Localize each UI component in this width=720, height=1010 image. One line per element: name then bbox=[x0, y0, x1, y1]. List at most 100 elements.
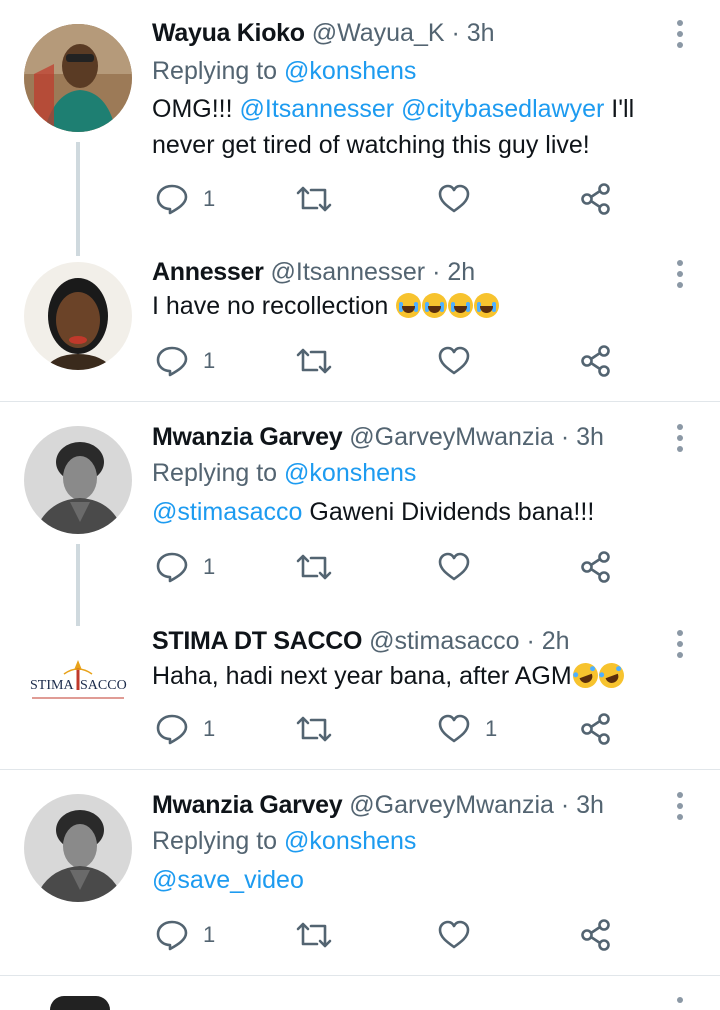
reply-button[interactable]: 1 bbox=[155, 342, 235, 382]
tweet-text: @save_video bbox=[152, 862, 700, 898]
display-name[interactable]: Annesser bbox=[152, 258, 264, 286]
share-icon bbox=[581, 713, 610, 745]
more-options-icon[interactable] bbox=[668, 628, 692, 662]
retweet-button[interactable] bbox=[295, 710, 335, 750]
tweet-mwanzia-1[interactable]: Mwanzia Garvey @GarveyMwanzia · 3h Reply… bbox=[0, 402, 720, 626]
thread-line bbox=[76, 142, 80, 256]
share-button[interactable] bbox=[579, 180, 619, 220]
display-name[interactable]: Mwanzia Garvey bbox=[152, 423, 343, 451]
avatar-wayua[interactable] bbox=[24, 24, 132, 132]
reply-button[interactable]: 1 bbox=[155, 710, 235, 750]
tweet-annesser[interactable]: Annesser @Itsannesser · 2h I have no rec… bbox=[0, 250, 720, 402]
timestamp[interactable]: 3h bbox=[576, 791, 604, 819]
avatar-stima-sacco-logo[interactable]: STIMA SACCO bbox=[24, 658, 132, 728]
text-segment: Gaweni Dividends bana!!! bbox=[309, 498, 595, 526]
replying-to-mention[interactable]: @konshens bbox=[284, 827, 416, 855]
like-button[interactable] bbox=[437, 548, 477, 588]
more-options-icon[interactable] bbox=[668, 790, 692, 824]
tweet-mwanzia-2[interactable]: Mwanzia Garvey @GarveyMwanzia · 3h Reply… bbox=[0, 770, 720, 975]
retweet-icon bbox=[296, 186, 332, 212]
timestamp[interactable]: 3h bbox=[576, 423, 604, 451]
reply-button[interactable]: 1 bbox=[155, 548, 235, 588]
separator-dot: · bbox=[526, 627, 535, 655]
next-tweet-avatar-partial[interactable] bbox=[50, 996, 110, 1010]
replying-to: Replying to @konshens bbox=[152, 826, 416, 856]
share-button[interactable] bbox=[579, 342, 619, 382]
crying-emoji-icon bbox=[474, 293, 500, 318]
tweet-wayua[interactable]: Wayua Kioko @Wayua_K · 3h Replying to @k… bbox=[0, 0, 720, 256]
text-segment: I have no recollection bbox=[152, 292, 389, 320]
action-bar: 1 1 bbox=[155, 710, 625, 750]
retweet-button[interactable] bbox=[295, 180, 335, 220]
replying-to: Replying to @konshens bbox=[152, 56, 416, 86]
separator-dot: · bbox=[451, 19, 460, 47]
retweet-button[interactable] bbox=[295, 548, 335, 588]
like-button[interactable] bbox=[437, 180, 477, 220]
text-segment: OMG!!! bbox=[152, 95, 233, 123]
heart-icon bbox=[438, 714, 470, 743]
user-handle[interactable]: @Wayua_K bbox=[312, 19, 445, 47]
timestamp[interactable]: 2h bbox=[542, 627, 570, 655]
tweet-header: Mwanzia Garvey @GarveyMwanzia · 3h bbox=[152, 790, 604, 820]
replying-to-mention[interactable]: @konshens bbox=[284, 57, 416, 85]
retweet-button[interactable] bbox=[295, 342, 335, 382]
retweet-button[interactable] bbox=[295, 916, 335, 956]
crying-emoji-icon bbox=[448, 293, 474, 318]
logo-text-left: STIMA bbox=[30, 678, 74, 693]
tweet-stima[interactable]: STIMA SACCO STIMA DT SACCO @stimasacco ·… bbox=[0, 620, 720, 770]
separator-dot: · bbox=[432, 258, 441, 286]
tweet-header: Mwanzia Garvey @GarveyMwanzia · 3h bbox=[152, 422, 604, 452]
replying-to: Replying to @konshens bbox=[152, 458, 416, 488]
reply-count: 1 bbox=[203, 716, 216, 741]
tweet-text: I have no recollection bbox=[152, 288, 700, 324]
share-button[interactable] bbox=[579, 548, 619, 588]
share-icon bbox=[581, 551, 610, 583]
reply-icon bbox=[156, 346, 188, 377]
share-button[interactable] bbox=[579, 916, 619, 956]
more-options-icon[interactable] bbox=[668, 995, 692, 1003]
user-handle[interactable]: @stimasacco bbox=[369, 627, 519, 655]
like-button[interactable] bbox=[437, 916, 477, 956]
user-handle[interactable]: @Itsannesser bbox=[271, 258, 426, 286]
display-name[interactable]: Wayua Kioko bbox=[152, 19, 305, 47]
heart-icon bbox=[438, 920, 470, 949]
replying-to-mention[interactable]: @konshens bbox=[284, 459, 416, 487]
avatar-mwanzia[interactable] bbox=[24, 426, 132, 534]
avatar-mwanzia[interactable] bbox=[24, 794, 132, 902]
mention-link[interactable]: @Itsannesser bbox=[240, 95, 395, 123]
display-name[interactable]: STIMA DT SACCO bbox=[152, 627, 362, 655]
timestamp[interactable]: 2h bbox=[447, 258, 475, 286]
retweet-icon bbox=[296, 922, 332, 948]
retweet-icon bbox=[296, 554, 332, 580]
share-icon bbox=[581, 919, 610, 951]
timestamp[interactable]: 3h bbox=[467, 19, 495, 47]
more-options-icon[interactable] bbox=[668, 422, 692, 456]
tweet-text: OMG!!! @Itsannesser @citybasedlawyer I'l… bbox=[152, 91, 700, 163]
more-options-icon[interactable] bbox=[668, 258, 692, 292]
mention-link[interactable]: @stimasacco bbox=[152, 498, 302, 526]
reply-count: 1 bbox=[203, 922, 216, 947]
user-handle[interactable]: @GarveyMwanzia bbox=[349, 423, 554, 451]
replying-to-prefix: Replying to bbox=[152, 459, 278, 487]
replying-to-prefix: Replying to bbox=[152, 57, 278, 85]
crying-emoji-icon bbox=[422, 293, 448, 318]
like-button[interactable]: 1 bbox=[437, 710, 527, 750]
user-handle[interactable]: @GarveyMwanzia bbox=[349, 791, 554, 819]
mention-link[interactable]: @save_video bbox=[152, 866, 304, 894]
more-options-icon[interactable] bbox=[668, 18, 692, 52]
display-name[interactable]: Mwanzia Garvey bbox=[152, 791, 343, 819]
like-button[interactable] bbox=[437, 342, 477, 382]
mention-link[interactable]: @citybasedlawyer bbox=[401, 95, 604, 123]
heart-icon bbox=[438, 346, 470, 375]
logo-text-right: SACCO bbox=[80, 678, 127, 693]
avatar-annesser[interactable] bbox=[24, 262, 132, 370]
reply-icon bbox=[156, 184, 188, 215]
reply-count: 1 bbox=[203, 348, 216, 373]
reply-button[interactable]: 1 bbox=[155, 916, 235, 956]
retweet-icon bbox=[296, 716, 332, 742]
reply-button[interactable]: 1 bbox=[155, 180, 235, 220]
tweet-header: Wayua Kioko @Wayua_K · 3h bbox=[152, 18, 495, 48]
share-button[interactable] bbox=[579, 710, 619, 750]
tweet-text: @stimasacco Gaweni Dividends bana!!! bbox=[152, 494, 700, 530]
retweet-icon bbox=[296, 348, 332, 374]
